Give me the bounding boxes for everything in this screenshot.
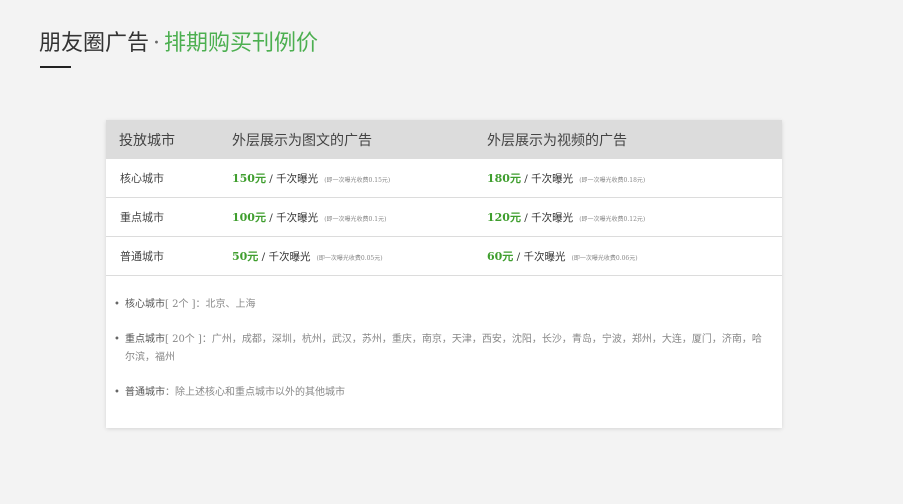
page-title-separator: ·	[153, 31, 161, 56]
row-video-price-cell: 60元 / 千次曝光 (即一次曝光收费0.06元)	[475, 248, 782, 264]
note-count: [ 20个 ]	[165, 334, 202, 345]
table-header: 投放城市 外层展示为图文的广告 外层展示为视频的广告	[106, 120, 782, 159]
video-price: 180元	[487, 172, 521, 185]
note-key-cities: • 重点城市[ 20个 ]：广州，成都，深圳，杭州，武汉，苏州，重庆，南京，天津…	[114, 331, 770, 367]
page-title-sub: 排期购买刊例价	[164, 31, 319, 56]
page-title-main: 朋友圈广告	[39, 31, 150, 56]
row-image-price-cell: 150元 / 千次曝光 (即一次曝光收费0.15元)	[220, 170, 475, 186]
video-price: 120元	[487, 211, 521, 224]
image-note: (即一次曝光收费0.15元)	[324, 177, 391, 184]
page-title: 朋友圈广告 · 排期购买刊例价	[39, 29, 318, 59]
city-notes: • 核心城市[ 2个 ]：北京、上海 • 重点城市[ 20个 ]：广州，成都，深…	[106, 276, 782, 402]
bullet-icon: •	[114, 334, 120, 345]
row-video-price-cell: 180元 / 千次曝光 (即一次曝光收费0.18元)	[475, 170, 782, 186]
table-row: 重点城市 100元 / 千次曝光 (即一次曝光收费0.1元) 120元 / 千次曝…	[106, 198, 782, 237]
image-price: 100元	[232, 211, 266, 224]
note-text: ：除上述核心和重点城市以外的其他城市	[165, 387, 345, 398]
image-price: 150元	[232, 172, 266, 185]
video-unit: / 千次曝光	[520, 173, 574, 185]
video-unit: / 千次曝光	[513, 251, 566, 263]
image-unit: / 千次曝光	[265, 173, 319, 185]
row-city: 普通城市	[120, 250, 164, 263]
image-unit: / 千次曝光	[265, 212, 319, 224]
bullet-icon: •	[114, 387, 120, 398]
note-name: 重点城市	[125, 334, 165, 345]
header-video-ad: 外层展示为视频的广告	[487, 132, 627, 149]
note-name: 核心城市	[125, 299, 165, 310]
video-note: (即一次曝光收费0.18元)	[579, 177, 646, 184]
video-note: (即一次曝光收费0.06元)	[571, 255, 638, 262]
title-underline	[40, 66, 71, 68]
video-note: (即一次曝光收费0.12元)	[579, 216, 646, 223]
row-image-price-cell: 100元 / 千次曝光 (即一次曝光收费0.1元)	[220, 209, 475, 225]
row-city: 重点城市	[120, 211, 164, 224]
note-text: ：广州，成都，深圳，杭州，武汉，苏州，重庆，南京，天津，西安，沈阳，长沙，青岛，…	[125, 334, 762, 363]
table-row: 核心城市 150元 / 千次曝光 (即一次曝光收费0.15元) 180元 / 千次…	[106, 159, 782, 198]
note-name: 普通城市	[125, 387, 165, 398]
video-unit: / 千次曝光	[520, 212, 574, 224]
note-text: ：北京、上海	[195, 299, 256, 310]
pricing-card: 投放城市 外层展示为图文的广告 外层展示为视频的广告 核心城市 150元 / 千…	[106, 120, 782, 428]
image-price: 50元	[232, 250, 259, 263]
header-city: 投放城市	[119, 132, 175, 149]
image-note: (即一次曝光收费0.1元)	[324, 216, 387, 223]
bullet-icon: •	[114, 299, 120, 310]
note-normal-cities: • 普通城市：除上述核心和重点城市以外的其他城市	[114, 384, 770, 402]
note-core-cities: • 核心城市[ 2个 ]：北京、上海	[114, 296, 770, 314]
row-image-price-cell: 50元 / 千次曝光 (即一次曝光收费0.05元)	[220, 248, 475, 264]
row-city: 核心城市	[120, 172, 164, 185]
row-video-price-cell: 120元 / 千次曝光 (即一次曝光收费0.12元)	[475, 209, 782, 225]
video-price: 60元	[487, 250, 514, 263]
header-image-ad: 外层展示为图文的广告	[232, 132, 372, 149]
image-note: (即一次曝光收费0.05元)	[316, 255, 383, 262]
image-unit: / 千次曝光	[258, 251, 311, 263]
table-row: 普通城市 50元 / 千次曝光 (即一次曝光收费0.05元) 60元 / 千次曝光…	[106, 237, 782, 276]
note-count: [ 2个 ]	[165, 299, 196, 310]
